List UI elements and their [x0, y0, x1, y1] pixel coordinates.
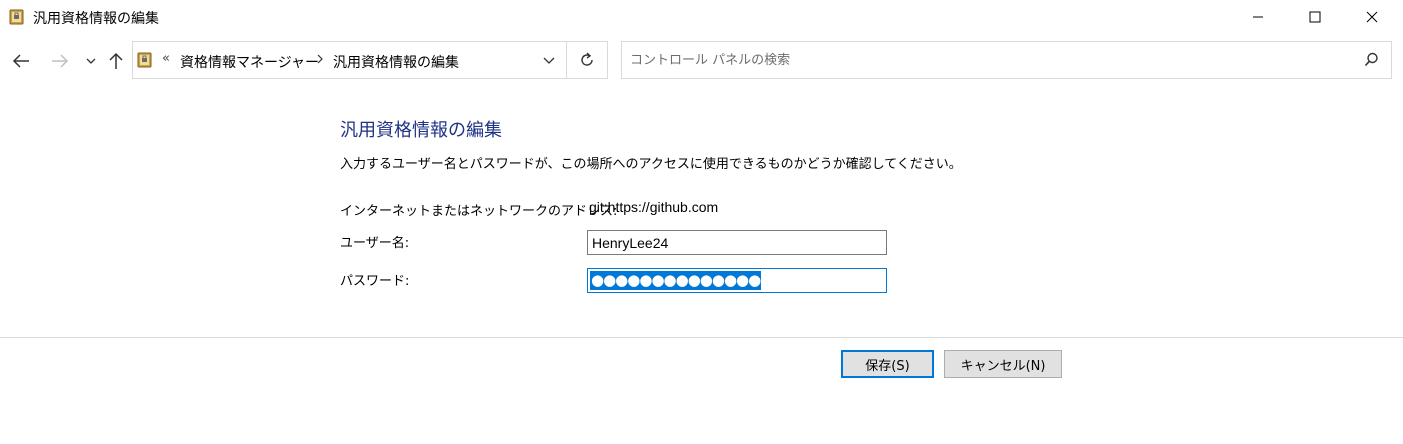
close-icon — [1366, 11, 1378, 23]
minimize-icon — [1253, 16, 1263, 18]
address-bar[interactable]: « 資格情報マネージャー 汎用資格情報の編集 — [132, 41, 608, 79]
forward-arrow-icon — [52, 54, 69, 68]
breadcrumb-edit-generic-credential[interactable]: 汎用資格情報の編集 — [333, 52, 459, 72]
address-overflow-button[interactable]: « — [162, 51, 170, 66]
network-address-value: git:https://github.com — [589, 199, 719, 215]
maximize-icon — [1309, 11, 1321, 23]
network-address-label: インターネットまたはネットワークのアドレス: — [340, 204, 618, 219]
username-field[interactable] — [587, 230, 887, 255]
back-arrow-icon — [12, 54, 29, 68]
search-input[interactable] — [630, 50, 1350, 70]
refresh-button[interactable] — [567, 42, 607, 78]
breadcrumb-credential-manager[interactable]: 資格情報マネージャー — [180, 52, 319, 72]
credential-manager-icon — [9, 9, 24, 25]
refresh-icon — [581, 52, 593, 66]
forward-button[interactable] — [49, 48, 71, 74]
password-selected-mask: ●●●●●●●●●●●●●● — [590, 271, 761, 290]
back-button[interactable] — [10, 48, 32, 74]
up-button[interactable] — [105, 48, 127, 74]
cancel-button[interactable]: キャンセル(N) — [944, 350, 1062, 378]
close-button[interactable] — [1349, 0, 1395, 34]
search-box[interactable] — [621, 41, 1392, 79]
page-title: 汎用資格情報の編集 — [340, 120, 502, 141]
search-icon[interactable] — [1364, 52, 1379, 71]
recent-locations-button[interactable] — [80, 48, 102, 74]
maximize-button[interactable] — [1292, 0, 1338, 34]
minimize-button[interactable] — [1235, 0, 1281, 34]
chevron-down-icon — [86, 58, 96, 64]
credential-manager-icon — [137, 52, 152, 68]
password-field[interactable]: ●●●●●●●●●●●●●● — [587, 268, 887, 293]
instructions-text: 入力するユーザー名とパスワードが、この場所へのアクセスに使用できるものかどうか確… — [340, 157, 962, 172]
title-bar: 汎用資格情報の編集 — [0, 0, 1403, 34]
save-button[interactable]: 保存(S) — [841, 350, 934, 378]
footer-divider — [0, 337, 1403, 338]
chevron-down-icon — [543, 57, 555, 64]
breadcrumb-separator-icon[interactable] — [316, 53, 324, 69]
up-arrow-icon — [109, 52, 123, 69]
username-label: ユーザー名: — [340, 236, 410, 251]
window-title: 汎用資格情報の編集 — [33, 11, 159, 27]
address-history-dropdown[interactable] — [533, 42, 565, 78]
password-label: パスワード: — [340, 274, 410, 289]
